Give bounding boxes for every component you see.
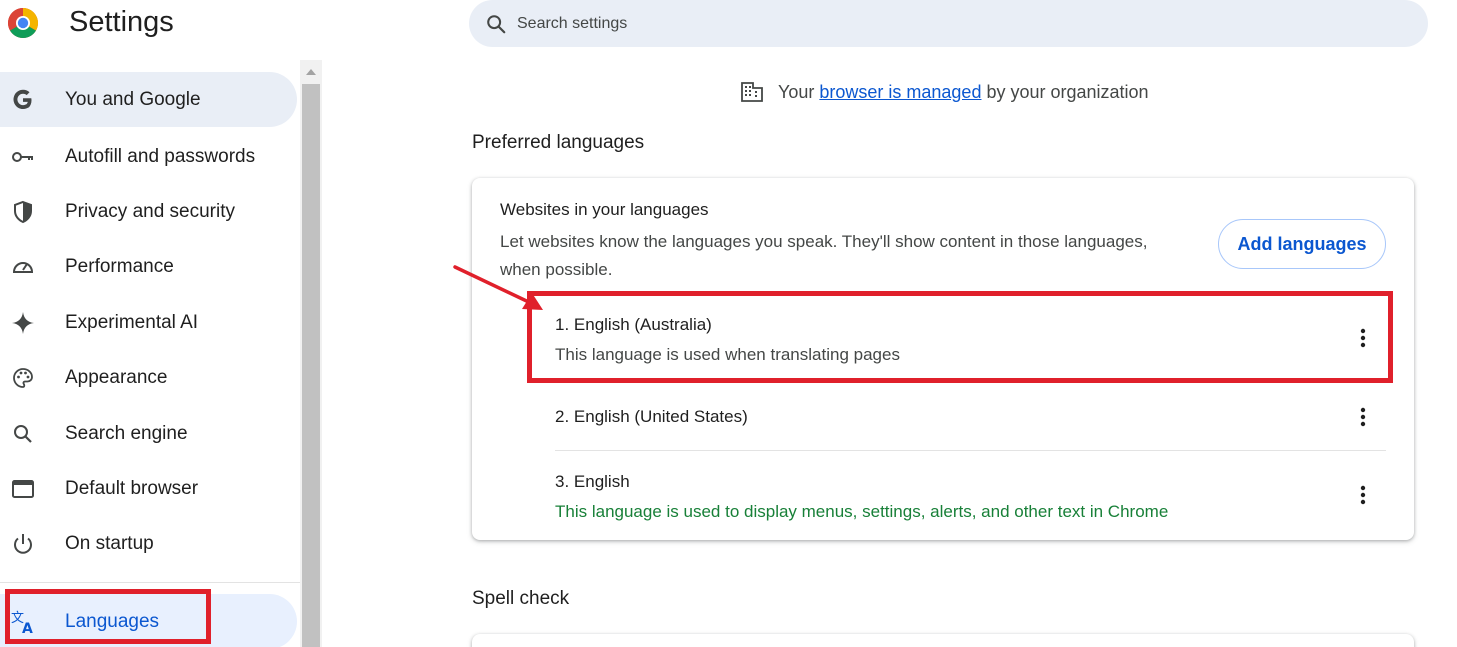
sidebar-item-on-startup[interactable]: On startup: [0, 516, 297, 571]
sparkle-icon: [10, 310, 36, 336]
sidebar-item-label: Privacy and security: [65, 200, 236, 222]
power-icon: [10, 531, 36, 557]
managed-prefix: Your: [778, 81, 815, 102]
highlight-box-languages-nav: [5, 589, 211, 644]
language-row-2: 2. English (United States): [555, 407, 1386, 427]
section-title-spell-check: Spell check: [472, 588, 570, 609]
sidebar: You and Google Autofill and passwords Pr…: [0, 72, 300, 647]
sidebar-item-performance[interactable]: Performance: [0, 239, 297, 294]
language-note: This language is used to display menus, …: [555, 502, 1169, 521]
managed-suffix: by your organization: [986, 81, 1149, 102]
key-icon: [10, 144, 36, 170]
building-icon: [741, 82, 763, 102]
language-name: 3. English: [555, 472, 630, 491]
card-title: Websites in your languages: [500, 200, 709, 219]
sidebar-item-label: Appearance: [65, 366, 168, 388]
sidebar-item-label: You and Google: [65, 88, 201, 110]
page-title: Settings: [69, 6, 174, 38]
speedometer-icon: [10, 254, 36, 280]
search-icon: [10, 421, 36, 447]
chrome-logo-icon: [7, 7, 39, 39]
scroll-up-arrow-icon[interactable]: [300, 62, 322, 82]
search-icon: [487, 14, 506, 33]
section-title-preferred-languages: Preferred languages: [472, 132, 645, 153]
card-description: Let websites know the languages you spea…: [500, 232, 1148, 279]
sidebar-divider: [0, 582, 300, 583]
shield-icon: [10, 199, 36, 225]
browser-window-icon: [10, 476, 36, 502]
sidebar-item-privacy[interactable]: Privacy and security: [0, 184, 297, 239]
sidebar-item-appearance[interactable]: Appearance: [0, 350, 297, 405]
palette-icon: [10, 365, 36, 391]
sidebar-item-label: Experimental AI: [65, 311, 199, 333]
sidebar-item-you-and-google[interactable]: You and Google: [0, 72, 297, 127]
google-g-icon: [10, 87, 36, 113]
add-languages-button[interactable]: Add languages: [1218, 219, 1386, 269]
language-row-3: 3. English This language is used to disp…: [555, 472, 1386, 522]
sidebar-item-experimental-ai[interactable]: Experimental AI: [0, 295, 297, 350]
more-actions-icon[interactable]: [1351, 483, 1375, 507]
search-bar[interactable]: [469, 0, 1428, 47]
sidebar-item-default-browser[interactable]: Default browser: [0, 461, 297, 516]
highlight-box-language-row: [527, 291, 1393, 383]
language-name: 2. English (United States): [555, 407, 748, 426]
sidebar-item-search-engine[interactable]: Search engine: [0, 406, 297, 461]
search-input[interactable]: [517, 14, 1117, 33]
row-divider: [555, 450, 1386, 451]
more-actions-icon[interactable]: [1351, 405, 1375, 429]
spell-check-card: [472, 634, 1414, 647]
sidebar-item-label: Default browser: [65, 477, 199, 499]
sidebar-item-label: Search engine: [65, 422, 188, 444]
managed-notice: Your browser is managed by your organiza…: [740, 80, 1149, 104]
scrollbar-thumb[interactable]: [302, 84, 320, 647]
browser-managed-link[interactable]: browser is managed: [819, 82, 981, 103]
sidebar-item-autofill[interactable]: Autofill and passwords: [0, 129, 297, 184]
sidebar-item-label: Autofill and passwords: [65, 145, 256, 167]
sidebar-item-label: Performance: [65, 255, 174, 277]
sidebar-item-label: On startup: [65, 532, 154, 554]
annotation-arrow: [453, 265, 543, 310]
